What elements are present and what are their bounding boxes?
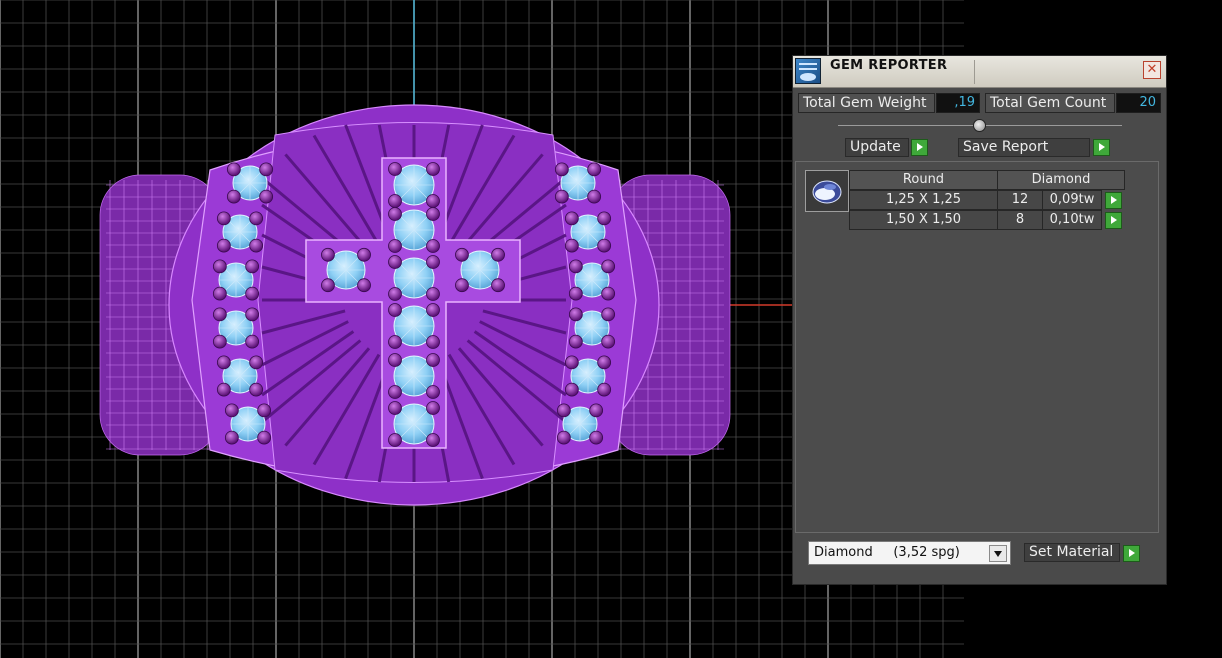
- chevron-down-icon[interactable]: [989, 545, 1007, 562]
- gem-reporter-panel: GEM REPORTER ✕ Total Gem Weight ,19 Tota…: [792, 55, 1167, 585]
- slider-handle[interactable]: [973, 119, 986, 132]
- total-gem-weight-value: ,19: [936, 93, 980, 113]
- gem-stone: [212, 307, 260, 349]
- gem-stone: [455, 247, 505, 293]
- table-cell-weight: 0,09tw: [1042, 190, 1102, 210]
- gem-stone: [216, 355, 264, 397]
- set-material-button[interactable]: Set Material: [1024, 543, 1120, 562]
- gem-stone: [388, 401, 440, 447]
- panel-title: GEM REPORTER: [830, 58, 948, 73]
- gem-stone: [226, 162, 274, 204]
- gem-stone: [216, 211, 264, 253]
- gem-stone: [564, 355, 612, 397]
- material-select[interactable]: Diamond (3,52 spg): [808, 541, 1011, 565]
- update-button[interactable]: Update: [845, 138, 909, 157]
- row-select-play-arrow-icon[interactable]: [1105, 212, 1122, 229]
- gem-stone: [388, 162, 440, 208]
- table-cell-count: 8: [997, 210, 1043, 230]
- table-cell-size: 1,25 X 1,25: [849, 190, 998, 210]
- total-gem-count-value: 20: [1116, 93, 1161, 113]
- round-gem-icon[interactable]: [805, 170, 849, 212]
- ring-model: [99, 104, 731, 506]
- update-play-arrow-icon[interactable]: [911, 139, 928, 156]
- save-report-button[interactable]: Save Report: [958, 138, 1090, 157]
- table-header-material: Diamond: [997, 170, 1125, 190]
- title-bar[interactable]: GEM REPORTER ✕: [793, 56, 1166, 88]
- set-material-play-arrow-icon[interactable]: [1123, 545, 1140, 562]
- gem-stone: [212, 259, 260, 301]
- table-cell-count: 12: [997, 190, 1043, 210]
- row-select-play-arrow-icon[interactable]: [1105, 192, 1122, 209]
- save-report-play-arrow-icon[interactable]: [1093, 139, 1110, 156]
- gem-stone: [568, 307, 616, 349]
- close-icon[interactable]: ✕: [1143, 61, 1161, 79]
- gem-stone: [321, 247, 371, 293]
- table-cell-weight: 0,10tw: [1042, 210, 1102, 230]
- gem-stone: [388, 303, 440, 349]
- total-gem-weight-label: Total Gem Weight: [798, 93, 935, 113]
- table-cell-size: 1,50 X 1,50: [849, 210, 998, 230]
- gem-stone: [568, 259, 616, 301]
- table-header-shape: Round: [849, 170, 998, 190]
- gem-reporter-icon: [795, 58, 821, 84]
- gem-stone: [556, 403, 604, 445]
- gem-stone: [224, 403, 272, 445]
- gem-stone: [564, 211, 612, 253]
- gem-stone: [388, 255, 440, 301]
- gem-stone: [554, 162, 602, 204]
- gem-stone: [388, 353, 440, 399]
- total-gem-count-label: Total Gem Count: [985, 93, 1115, 113]
- title-divider: [974, 60, 975, 84]
- gem-stone: [388, 207, 440, 253]
